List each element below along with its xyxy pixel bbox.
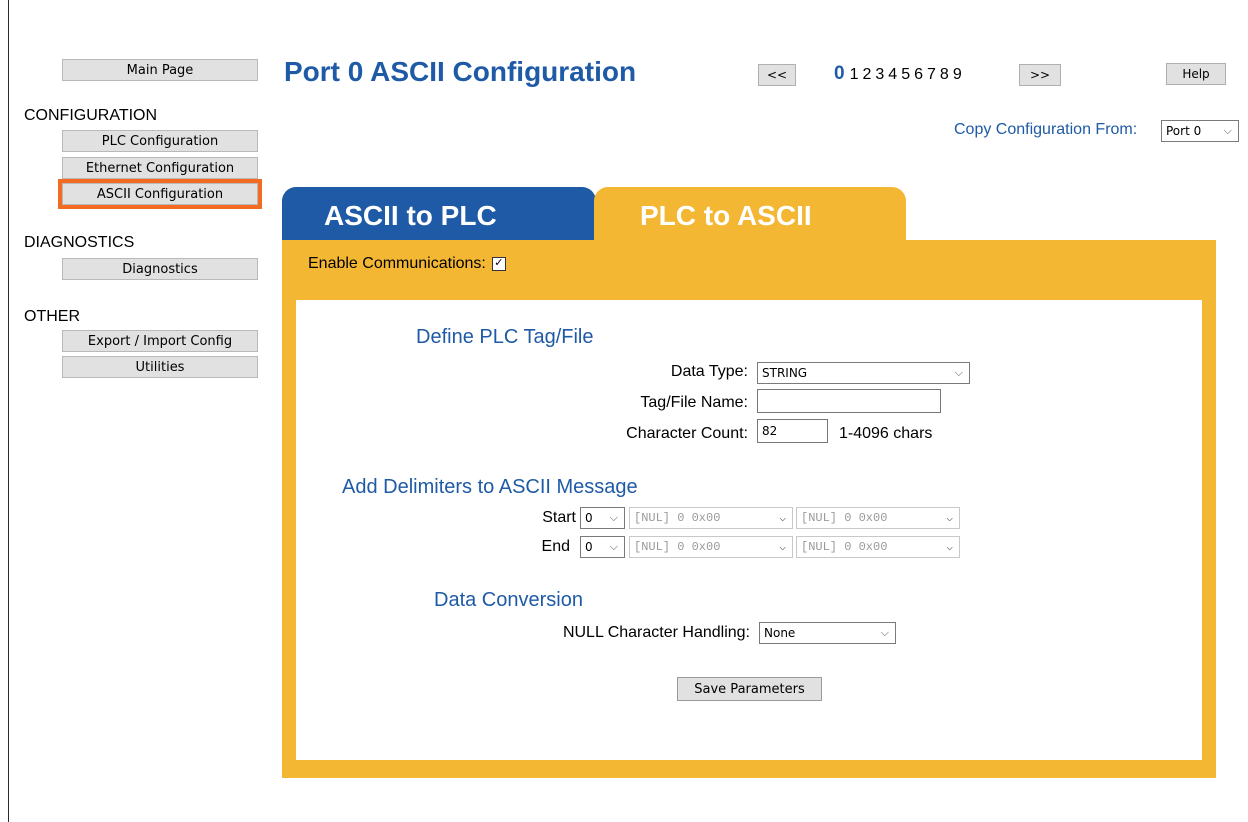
- start-delimiter-2-select[interactable]: [NUL] 0 0x00 ⌵: [796, 507, 960, 529]
- end-delimiter-label: End: [541, 538, 570, 555]
- help-button[interactable]: Help: [1166, 63, 1226, 85]
- start-delimiter-label: Start: [542, 509, 576, 526]
- section-diagnostics: DIAGNOSTICS: [24, 234, 135, 251]
- enable-communications-checkbox[interactable]: ✓: [491, 257, 506, 271]
- end-delimiter-count-select[interactable]: 0 ⌵: [580, 536, 625, 558]
- end-delimiter-2-value: [NUL] 0 0x00: [801, 540, 888, 554]
- port-link-3[interactable]: 3: [875, 66, 885, 84]
- sidebar-item-plc-configuration[interactable]: PLC Configuration: [62, 130, 258, 152]
- save-parameters-button[interactable]: Save Parameters: [677, 677, 822, 701]
- current-port: 0: [834, 63, 846, 84]
- start-delimiter-2-value: [NUL] 0 0x00: [801, 511, 888, 525]
- chevron-down-icon: ⌵: [946, 542, 953, 554]
- enable-communications: Enable Communications: ✓: [308, 255, 506, 273]
- tag-file-name-label: Tag/File Name:: [640, 394, 748, 411]
- sidebar-item-utilities[interactable]: Utilities: [62, 356, 258, 378]
- port-link-2[interactable]: 2: [862, 66, 872, 84]
- null-handling-label: NULL Character Handling:: [562, 624, 750, 641]
- port-selector: 0 1 2 3 4 5 6 7 8 9: [834, 63, 966, 85]
- character-count-hint: 1-4096 chars: [839, 425, 933, 442]
- tab-ascii-to-plc[interactable]: ASCII to PLC: [282, 187, 596, 242]
- copy-configuration-value: Port 0: [1166, 124, 1202, 138]
- end-delimiter-1-select[interactable]: [NUL] 0 0x00 ⌵: [629, 536, 793, 558]
- port-link-5[interactable]: 5: [901, 66, 911, 84]
- null-handling-value: None: [764, 626, 796, 640]
- null-handling-select[interactable]: None ⌵: [759, 622, 896, 644]
- page-title: Port 0 ASCII Configuration: [284, 56, 637, 87]
- sidebar-item-export-import[interactable]: Export / Import Config: [62, 330, 258, 352]
- tag-file-name-input[interactable]: [757, 389, 941, 413]
- data-type-label: Data Type:: [670, 363, 748, 380]
- sidebar-item-ethernet-configuration[interactable]: Ethernet Configuration: [62, 157, 258, 179]
- chevron-down-icon: ⌵: [609, 511, 618, 524]
- copy-configuration-select[interactable]: Port 0 ⌵: [1161, 120, 1239, 142]
- tab-plc-to-ascii[interactable]: PLC to ASCII: [594, 187, 906, 242]
- start-delimiter-1-select[interactable]: [NUL] 0 0x00 ⌵: [629, 507, 793, 529]
- delimiters-heading: Add Delimiters to ASCII Message: [342, 476, 638, 498]
- end-delimiter-2-select[interactable]: [NUL] 0 0x00 ⌵: [796, 536, 960, 558]
- copy-configuration-label: Copy Configuration From:: [954, 121, 1138, 138]
- enable-communications-label: Enable Communications:: [308, 255, 486, 272]
- chevron-down-icon: ⌵: [609, 540, 618, 553]
- chevron-down-icon: ⌵: [880, 626, 889, 639]
- chevron-down-icon: ⌵: [779, 542, 786, 554]
- port-link-4[interactable]: 4: [888, 66, 898, 84]
- start-delimiter-count-value: 0: [585, 511, 593, 525]
- chevron-down-icon: ⌵: [779, 513, 786, 525]
- chevron-down-icon: ⌵: [946, 513, 953, 525]
- main-page-button[interactable]: Main Page: [62, 59, 258, 81]
- start-delimiter-1-value: [NUL] 0 0x00: [634, 511, 721, 525]
- define-plc-tag-heading: Define PLC Tag/File: [416, 326, 594, 348]
- start-delimiter-count-select[interactable]: 0 ⌵: [580, 507, 625, 529]
- data-type-select[interactable]: STRING ⌵: [757, 362, 970, 384]
- left-border-line: [8, 0, 9, 822]
- port-link-1[interactable]: 1: [850, 66, 860, 84]
- chevron-down-icon: ⌵: [1223, 124, 1232, 137]
- character-count-label: Character Count:: [626, 425, 748, 442]
- character-count-input[interactable]: 82: [757, 419, 828, 443]
- prev-port-button[interactable]: <<: [758, 64, 796, 86]
- port-link-6[interactable]: 6: [914, 66, 924, 84]
- sidebar-item-ascii-configuration[interactable]: ASCII Configuration: [58, 179, 262, 209]
- port-link-9[interactable]: 9: [953, 66, 963, 84]
- section-configuration: CONFIGURATION: [24, 107, 158, 124]
- data-type-value: STRING: [762, 366, 808, 380]
- port-link-8[interactable]: 8: [940, 66, 950, 84]
- sidebar-item-diagnostics[interactable]: Diagnostics: [62, 258, 258, 280]
- end-delimiter-count-value: 0: [585, 540, 593, 554]
- chevron-down-icon: ⌵: [954, 366, 963, 379]
- end-delimiter-1-value: [NUL] 0 0x00: [634, 540, 721, 554]
- port-link-7[interactable]: 7: [927, 66, 937, 84]
- section-other: OTHER: [24, 308, 80, 325]
- data-conversion-heading: Data Conversion: [434, 589, 583, 611]
- next-port-button[interactable]: >>: [1019, 64, 1061, 86]
